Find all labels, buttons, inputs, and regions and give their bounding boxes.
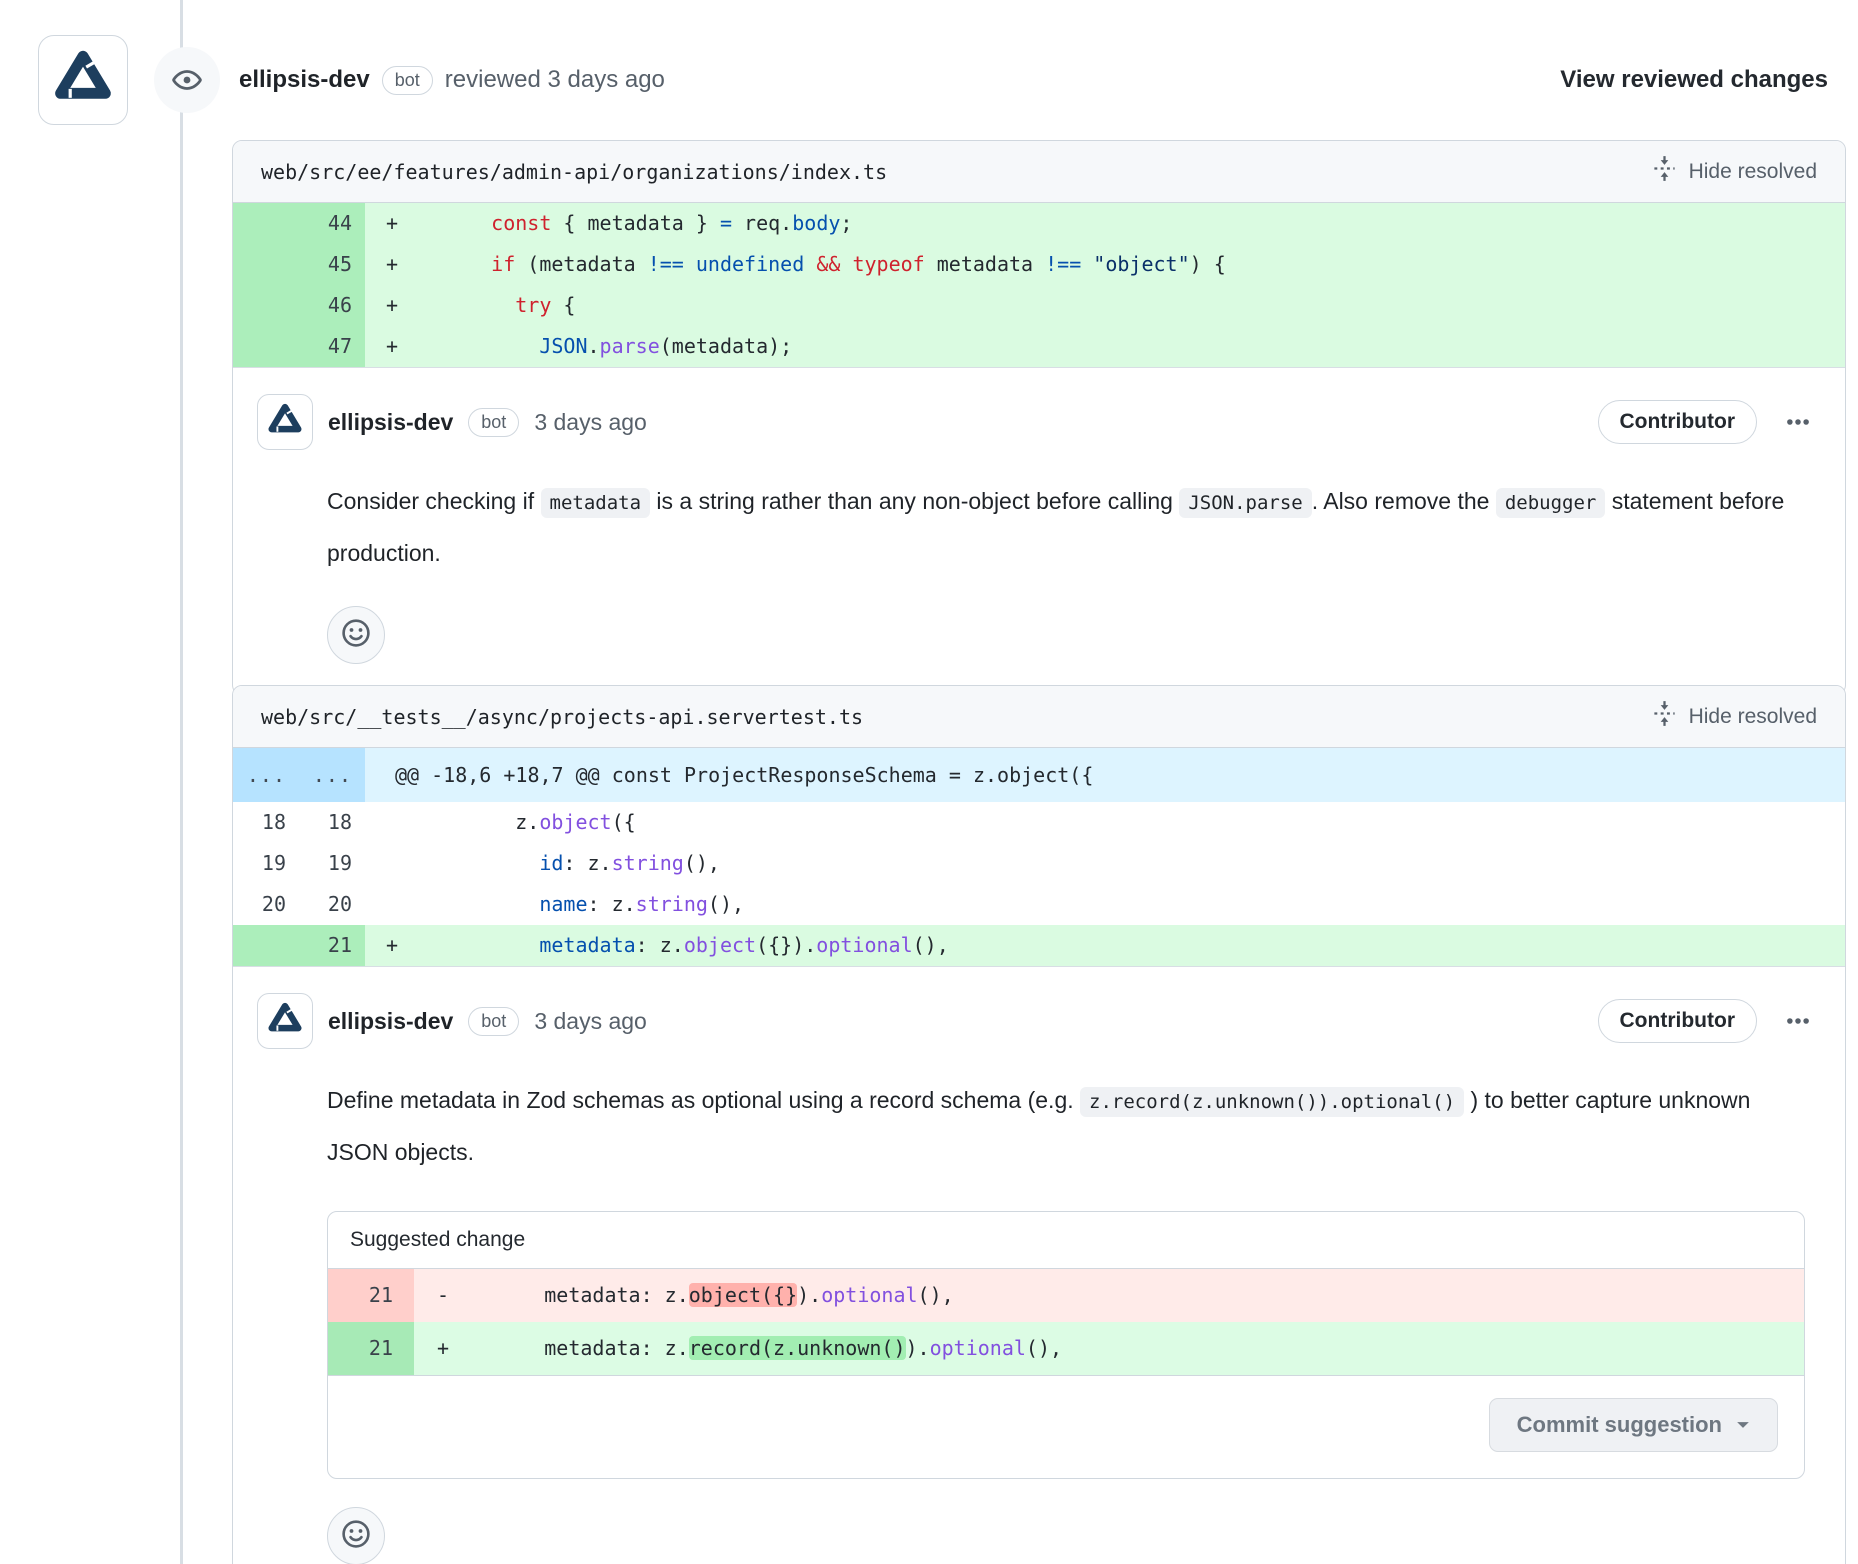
kebab-menu-button[interactable] xyxy=(1781,1004,1815,1038)
suggestion-deletion-line: 21- metadata: z.object({}).optional(), xyxy=(328,1269,1804,1322)
code-line: metadata: z.record(z.unknown()).optional… xyxy=(472,1322,1062,1375)
ellipsis-logo-icon xyxy=(51,46,115,115)
hunk-header-row: ......@@ -18,6 +18,7 @@ const ProjectRes… xyxy=(233,748,1845,802)
bot-badge: bot xyxy=(468,408,519,437)
diff-line-21: 21+ metadata: z.object({}).optional(), xyxy=(233,925,1845,966)
diff-sign: + xyxy=(365,203,419,244)
line-number-right: 44 xyxy=(299,203,365,244)
bot-badge: bot xyxy=(468,1007,519,1036)
code-line: const { metadata } = req.body; xyxy=(419,203,852,244)
diff-line-46: 46+ try { xyxy=(233,285,1845,326)
commit-suggestion-label: Commit suggestion xyxy=(1517,1412,1722,1438)
comment-1: ellipsis-dev bot 3 days ago Contributor … xyxy=(233,368,1845,694)
smiley-icon xyxy=(341,618,371,653)
add-reaction-button[interactable] xyxy=(327,1507,385,1564)
ellipsis-logo-icon xyxy=(266,1000,304,1043)
commit-suggestion-button[interactable]: Commit suggestion xyxy=(1489,1398,1778,1452)
code-line: metadata: z.object({}).optional(), xyxy=(419,925,949,966)
timeline-line xyxy=(180,0,183,1564)
diff-block: ......@@ -18,6 +18,7 @@ const ProjectRes… xyxy=(233,748,1845,967)
fold-icon xyxy=(1651,700,1678,733)
code-line: metadata: z.object({}).optional(), xyxy=(472,1269,954,1322)
comment-timestamp[interactable]: 3 days ago xyxy=(534,1008,647,1035)
diff-line-18: 1818 z.object({ xyxy=(233,802,1845,843)
review-thread-card-1: web/src/ee/features/admin-api/organizati… xyxy=(232,140,1846,695)
kebab-menu-button[interactable] xyxy=(1781,405,1815,439)
contributor-badge: Contributor xyxy=(1598,400,1757,444)
diff-block: 44+ const { metadata } = req.body; 45+ i… xyxy=(233,203,1845,368)
code-line: try { xyxy=(419,285,575,326)
hide-resolved-label: Hide resolved xyxy=(1689,160,1817,184)
inline-code: JSON.parse xyxy=(1179,488,1311,518)
review-header: ellipsis-dev bot reviewed 3 days ago Vie… xyxy=(38,30,1828,130)
ellipsis-logo-icon xyxy=(266,401,304,444)
review-action-text: reviewed 3 days ago xyxy=(445,66,665,94)
review-thread-card-2: web/src/__tests__/async/projects-api.ser… xyxy=(232,685,1846,1564)
avatar[interactable] xyxy=(38,35,128,125)
add-reaction-button[interactable] xyxy=(327,606,385,664)
comment-2: ellipsis-dev bot 3 days ago Contributor … xyxy=(233,967,1845,1564)
eye-icon xyxy=(154,47,220,113)
fold-icon xyxy=(1651,155,1678,188)
file-header: web/src/ee/features/admin-api/organizati… xyxy=(233,141,1845,203)
inline-code: debugger xyxy=(1496,488,1606,518)
suggested-change-block: Suggested change 21- metadata: z.object(… xyxy=(327,1211,1805,1479)
hide-resolved-button[interactable]: Hide resolved xyxy=(1651,700,1817,733)
hide-resolved-button[interactable]: Hide resolved xyxy=(1651,155,1817,188)
code-line: JSON.parse(metadata); xyxy=(419,326,792,367)
comment-body: Consider checking if metadata is a strin… xyxy=(327,476,1813,578)
file-path-link[interactable]: web/src/ee/features/admin-api/organizati… xyxy=(261,160,887,184)
code-line: z.object({ xyxy=(419,802,636,843)
smiley-icon xyxy=(341,1519,371,1554)
line-number-left xyxy=(233,203,299,244)
avatar[interactable] xyxy=(257,394,313,450)
bot-badge: bot xyxy=(382,66,433,95)
diff-line-47: 47+ JSON.parse(metadata); xyxy=(233,326,1845,367)
code-line: name: z.string(), xyxy=(419,884,744,925)
review-page: ellipsis-dev bot reviewed 3 days ago Vie… xyxy=(0,0,1858,1564)
diff-line-20: 2020 name: z.string(), xyxy=(233,884,1845,925)
diff-line-44: 44+ const { metadata } = req.body; xyxy=(233,203,1845,244)
reviewer-name[interactable]: ellipsis-dev xyxy=(239,66,370,94)
diff-line-19: 1919 id: z.string(), xyxy=(233,843,1845,884)
file-header: web/src/__tests__/async/projects-api.ser… xyxy=(233,686,1845,748)
contributor-badge: Contributor xyxy=(1598,999,1757,1043)
view-reviewed-changes-link[interactable]: View reviewed changes xyxy=(1560,66,1828,94)
suggested-change-title: Suggested change xyxy=(328,1212,1804,1269)
comment-author[interactable]: ellipsis-dev xyxy=(328,409,453,436)
hide-resolved-label: Hide resolved xyxy=(1689,705,1817,729)
file-path-link[interactable]: web/src/__tests__/async/projects-api.ser… xyxy=(261,705,863,729)
comment-timestamp[interactable]: 3 days ago xyxy=(534,409,647,436)
comment-author[interactable]: ellipsis-dev xyxy=(328,1008,453,1035)
triangle-down-icon xyxy=(1736,1412,1750,1438)
hunk-header-text: @@ -18,6 +18,7 @@ const ProjectResponseS… xyxy=(365,748,1093,802)
suggestion-addition-line: 21+ metadata: z.record(z.unknown()).opti… xyxy=(328,1322,1804,1375)
code-line: id: z.string(), xyxy=(419,843,720,884)
avatar[interactable] xyxy=(257,993,313,1049)
code-line: if (metadata !== undefined && typeof met… xyxy=(419,244,1226,285)
comment-body: Define metadata in Zod schemas as option… xyxy=(327,1075,1813,1177)
diff-line-45: 45+ if (metadata !== undefined && typeof… xyxy=(233,244,1845,285)
inline-code: z.record(z.unknown()).optional() xyxy=(1080,1087,1464,1117)
inline-code: metadata xyxy=(541,488,651,518)
